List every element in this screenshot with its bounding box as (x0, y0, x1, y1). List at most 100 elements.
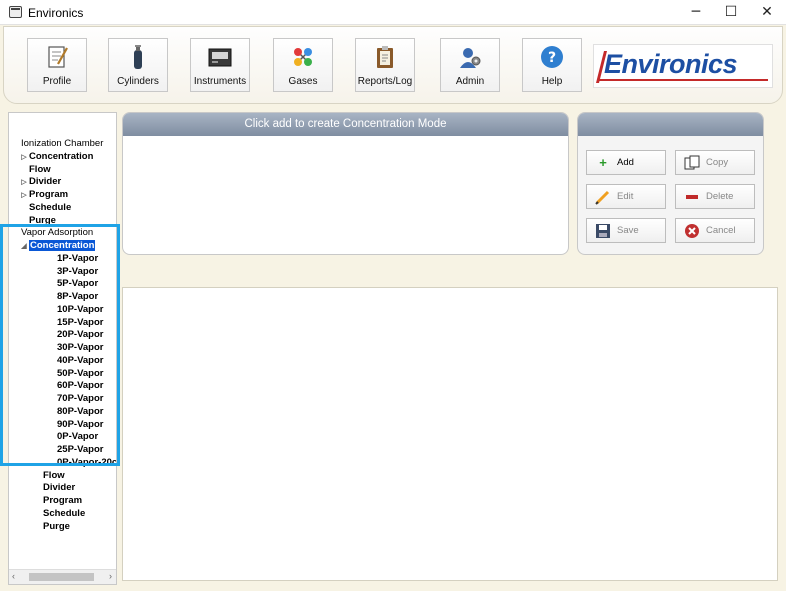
admin-icon (460, 48, 481, 68)
edit-button[interactable]: Edit (586, 184, 666, 209)
tree-item[interactable]: 90P-Vapor (47, 418, 103, 431)
logo-text: Environics (604, 49, 738, 79)
tree-item-label: Vapor Adsorption (21, 227, 94, 239)
environics-logo: Environics (593, 44, 773, 88)
delete-label: Delete (706, 191, 734, 202)
tree-item[interactable]: 30P-Vapor (47, 341, 103, 354)
reports-log-label: Reports/Log (357, 76, 413, 87)
tree-item[interactable]: Flow (19, 163, 51, 176)
main-toolbar: Profile Cylinders Instruments Gases Repo… (3, 26, 783, 104)
tree-panel: Ionization Chamber ▷ Concentration Flow ▷ Div… (8, 112, 117, 585)
tree-item[interactable]: 70P-Vapor (47, 392, 103, 405)
tree-item[interactable]: 15P-Vapor (47, 316, 103, 329)
save-icon (596, 224, 610, 238)
pencil-icon (595, 190, 610, 205)
mode-panel-header: Click add to create Concentration Mode (123, 113, 568, 136)
tree-item-label: 1P-Vapor (57, 252, 99, 264)
tree-item[interactable]: Program (33, 494, 82, 507)
tree-item[interactable]: ▷ Divider (19, 175, 61, 188)
cylinder-icon (134, 45, 142, 69)
admin-button[interactable]: Admin (440, 38, 500, 92)
logo-underline (598, 79, 768, 81)
scroll-right-arrow-icon[interactable]: › (109, 571, 112, 581)
tree-item[interactable]: 60P-Vapor (47, 379, 103, 392)
tree-item[interactable]: 8P-Vapor (47, 290, 98, 303)
gases-icon (294, 48, 312, 66)
add-button[interactable]: + Add (586, 150, 666, 175)
tree-item[interactable]: ▷ Concentration (19, 150, 93, 163)
tree-item[interactable]: Divider (33, 481, 75, 494)
tree-item-label: 60P-Vapor (57, 380, 104, 392)
tree-item[interactable]: 0P-Vapor (47, 430, 98, 443)
profile-icon (48, 46, 68, 68)
svg-text:?: ? (548, 50, 556, 66)
tree-item[interactable]: ◢ Concentration (19, 239, 96, 253)
tree-item-label: Purge (29, 214, 56, 226)
copy-label: Copy (706, 157, 729, 168)
tree-item-label: 90P-Vapor (57, 418, 104, 430)
content-panel (122, 287, 778, 581)
tree-item[interactable]: Purge (19, 214, 56, 227)
horizontal-scrollbar[interactable]: ‹ › (9, 569, 116, 584)
close-button[interactable]: ✕ (749, 0, 785, 25)
profile-label: Profile (42, 76, 72, 87)
tree-item[interactable]: Purge (33, 520, 70, 533)
tree-item-label: 70P-Vapor (57, 393, 104, 404)
tree-item[interactable]: 0P-Vapor-20ccm (47, 456, 116, 469)
tree-toggle-icon[interactable]: ◢ (19, 240, 29, 253)
help-label: Help (541, 76, 563, 87)
tree-item-label: Flow (29, 163, 51, 175)
tree-item[interactable]: Schedule (19, 201, 71, 214)
actions-panel: + Add Copy Edit Delete Save Cancel (577, 112, 764, 255)
reports-log-button[interactable]: Reports/Log (355, 38, 415, 92)
tree-item-label: Purge (43, 520, 70, 532)
minus-icon (686, 195, 698, 199)
tree-item[interactable]: Flow (33, 469, 65, 482)
help-icon: ? (541, 46, 563, 68)
add-label: Add (617, 157, 634, 168)
minimize-button[interactable]: ─ (678, 0, 714, 25)
tree-item-label: Concentration (29, 240, 96, 251)
tree-item[interactable]: Ionization Chamber (11, 137, 103, 150)
gases-button[interactable]: Gases (273, 38, 333, 92)
tree-item[interactable]: 3P-Vapor (47, 265, 98, 278)
tree-item[interactable]: 5P-Vapor (47, 277, 98, 290)
tree-item[interactable]: 20P-Vapor (47, 328, 103, 341)
scrollbar-thumb[interactable] (29, 573, 94, 581)
instruments-button[interactable]: Instruments (190, 38, 250, 92)
delete-button[interactable]: Delete (675, 184, 755, 209)
tree-item[interactable]: 50P-Vapor (47, 367, 103, 380)
cylinders-button[interactable]: Cylinders (108, 38, 168, 92)
tree-item-label: Ionization Chamber (21, 138, 104, 149)
copy-button[interactable]: Copy (675, 150, 755, 175)
tree-item-label: 25P-Vapor (57, 444, 104, 455)
tree-item[interactable]: 10P-Vapor (47, 303, 103, 316)
maximize-button[interactable]: ☐ (713, 0, 749, 25)
tree-item[interactable]: Schedule (33, 507, 85, 520)
cancel-label: Cancel (706, 225, 736, 236)
tree-item[interactable]: 80P-Vapor (47, 405, 103, 418)
app-icon (9, 6, 22, 18)
tree-item-label: Program (43, 495, 83, 506)
tree-item[interactable]: Vapor Adsorption (11, 226, 93, 239)
tree-item-label: Schedule (29, 201, 72, 213)
instruments-label: Instruments (193, 76, 247, 87)
tree-item-label: Divider (43, 482, 76, 494)
tree-item-label: Flow (43, 469, 65, 481)
save-button[interactable]: Save (586, 218, 666, 243)
tree-item[interactable]: ▷ Program (19, 188, 68, 201)
cancel-button[interactable]: Cancel (675, 218, 755, 243)
help-button[interactable]: ? Help (522, 38, 582, 92)
tree-item-label: 8P-Vapor (57, 291, 99, 302)
tree-item[interactable]: 1P-Vapor (47, 252, 98, 265)
tree-item-label: 15P-Vapor (57, 316, 104, 328)
profile-button[interactable]: Profile (27, 38, 87, 92)
tree-item[interactable]: 25P-Vapor (47, 443, 103, 456)
edit-label: Edit (617, 191, 634, 202)
scroll-left-arrow-icon[interactable]: ‹ (12, 571, 15, 581)
tree-item[interactable]: 40P-Vapor (47, 354, 103, 367)
tree-item-label: 20P-Vapor (57, 329, 104, 341)
tree-item-label: Program (29, 189, 69, 200)
instrument-icon (208, 48, 232, 67)
reports-icon (377, 46, 393, 68)
